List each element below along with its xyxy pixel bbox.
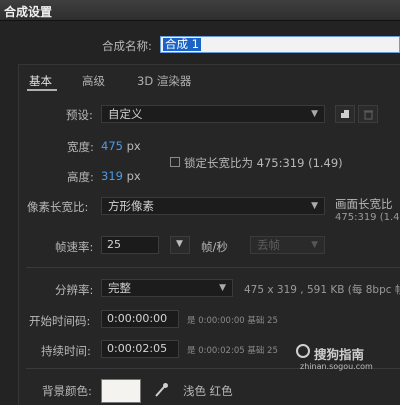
lock-aspect-checkbox[interactable] bbox=[170, 157, 180, 167]
width-unit: px bbox=[126, 139, 141, 153]
watermark-logo-icon bbox=[296, 344, 310, 358]
height-value: 319 bbox=[101, 169, 123, 183]
chevron-down-icon: ▼ bbox=[311, 201, 318, 211]
background-color-label: 背景颜色: bbox=[42, 384, 92, 398]
frame-rate-unit: 帧/秒 bbox=[201, 240, 228, 254]
start-timecode-label: 开始时间码: bbox=[29, 314, 91, 328]
frame-aspect-value: 475:319 (1.49) bbox=[335, 212, 400, 223]
preset-value: 自定义 bbox=[108, 107, 143, 121]
comp-name-input[interactable]: 合成 1 bbox=[160, 36, 400, 53]
pixel-aspect-value: 方形像素 bbox=[108, 199, 154, 213]
height-label: 高度: bbox=[67, 170, 94, 184]
width-value: 475 bbox=[101, 139, 123, 153]
divider bbox=[26, 267, 400, 268]
background-color-swatch[interactable] bbox=[101, 379, 141, 403]
height-field[interactable]: 319 px bbox=[101, 169, 141, 183]
preset-label: 预设: bbox=[66, 108, 93, 122]
preset-select[interactable]: 自定义 ▼ bbox=[101, 105, 325, 123]
eyedropper-icon bbox=[155, 383, 168, 397]
start-timecode-input[interactable]: 0:00:00:00 bbox=[101, 310, 179, 328]
resolution-info: 475 x 319 , 591 KB (每 8bpc 帧) bbox=[244, 284, 400, 296]
drop-frame-value: 丢帧 bbox=[257, 238, 280, 252]
resolution-select[interactable]: 完整 ▼ bbox=[101, 279, 233, 297]
pixel-aspect-label: 像素长宽比: bbox=[27, 200, 89, 214]
comp-name-value: 合成 1 bbox=[163, 37, 201, 51]
tab-basic[interactable]: 基本 bbox=[29, 73, 52, 89]
width-field[interactable]: 475 px bbox=[101, 139, 141, 153]
resolution-value: 完整 bbox=[108, 281, 131, 295]
duration-value: 0:00:02:05 bbox=[107, 342, 168, 355]
chevron-down-icon: ▼ bbox=[219, 283, 226, 293]
tab-advanced[interactable]: 高级 bbox=[82, 73, 105, 89]
width-label: 宽度: bbox=[67, 140, 94, 154]
pixel-aspect-select[interactable]: 方形像素 ▼ bbox=[101, 197, 325, 215]
trash-icon bbox=[364, 110, 373, 120]
window-title: 合成设置 bbox=[4, 5, 53, 19]
watermark-brand: 搜狗指南 bbox=[314, 347, 365, 362]
drop-frame-select[interactable]: 丢帧 ▼ bbox=[250, 236, 325, 254]
tab-3d-renderer[interactable]: 3D 渲染器 bbox=[137, 73, 191, 89]
save-preset-icon bbox=[341, 110, 349, 118]
duration-note: 是 0:00:02:05 基础 25 bbox=[187, 346, 278, 356]
chevron-down-icon: ▼ bbox=[311, 240, 318, 250]
chevron-down-icon: ▼ bbox=[176, 239, 183, 249]
start-timecode-value: 0:00:00:00 bbox=[107, 312, 168, 325]
tab-active-indicator bbox=[27, 89, 57, 91]
start-timecode-note: 是 0:00:00:00 基础 25 bbox=[187, 316, 278, 326]
background-color-name: 浅色 红色 bbox=[183, 384, 233, 398]
eyedropper-button[interactable] bbox=[151, 381, 171, 399]
frame-rate-dropdown[interactable]: ▼ bbox=[170, 236, 190, 254]
delete-preset-button[interactable] bbox=[358, 105, 378, 123]
watermark-url: zhinan.sogou.com bbox=[300, 362, 373, 371]
comp-name-label: 合成名称: bbox=[102, 39, 152, 53]
lock-aspect-label: 锁定长宽比为 475:319 (1.49) bbox=[184, 156, 343, 170]
frame-rate-label: 帧速率: bbox=[55, 240, 94, 254]
duration-input[interactable]: 0:00:02:05 bbox=[101, 340, 179, 358]
resolution-label: 分辨率: bbox=[55, 283, 94, 297]
duration-label: 持续时间: bbox=[41, 344, 91, 358]
height-unit: px bbox=[126, 169, 141, 183]
title-bar bbox=[0, 0, 400, 21]
save-preset-button[interactable] bbox=[335, 105, 355, 123]
frame-rate-input[interactable]: 25 bbox=[101, 236, 159, 254]
frame-aspect-label: 画面长宽比 bbox=[335, 197, 393, 211]
frame-rate-value: 25 bbox=[107, 238, 121, 251]
chevron-down-icon: ▼ bbox=[311, 109, 318, 119]
